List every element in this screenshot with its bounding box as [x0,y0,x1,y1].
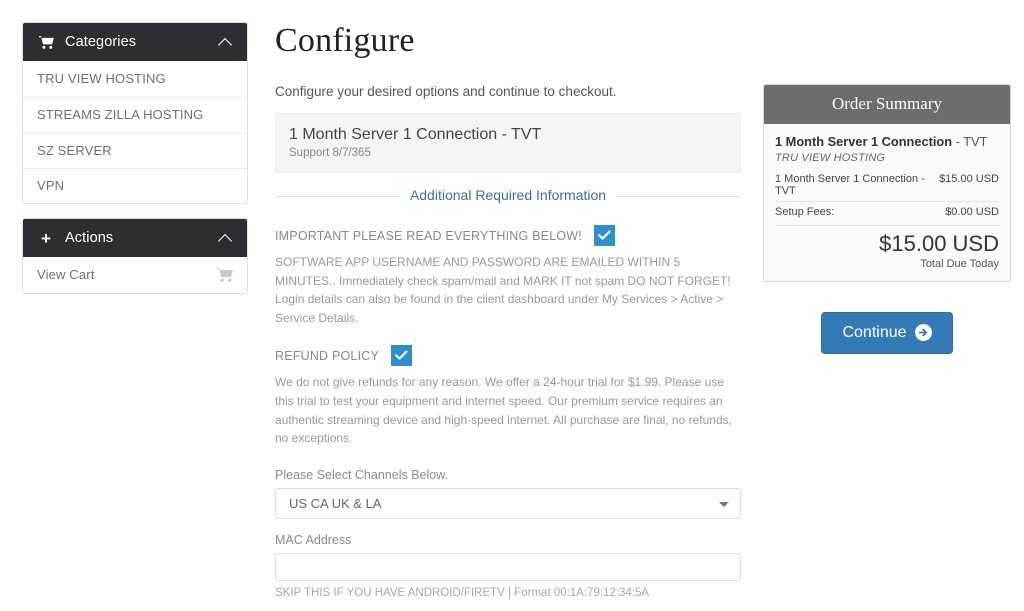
channels-select[interactable]: US CA UK & LA [275,487,741,519]
order-summary-product-base: 1 Month Server 1 Connection [775,134,953,149]
sidebar-item-label: STREAMS ZILLA HOSTING [37,107,204,123]
sidebar-item-vpn[interactable]: VPN [23,167,247,203]
configure-page: Categories TRU VIEW HOSTING STREAMS ZILL… [0,0,1024,611]
continue-button-wrap: Continue [763,311,1011,354]
actions-panel: + Actions View Cart [22,218,248,294]
channels-label: Please Select Channels Below. [275,467,449,482]
main-content: Configure Configure your desired options… [275,22,741,611]
order-summary-total-label: Total Due Today [920,257,999,270]
order-summary-row-amount: $15.00 USD [939,172,999,185]
product-name: 1 Month Server 1 Connection - TVT [289,126,542,143]
order-summary-total: $15.00 USD [879,230,999,256]
sidebar-item-sz-server[interactable]: SZ SERVER [23,132,247,168]
additional-info-label: Additional Required Information [399,187,617,203]
check-icon [598,230,611,240]
product-support: Support 8/7/365 [289,147,371,159]
refund-checkbox[interactable] [391,345,413,367]
sidebar-item-view-cart[interactable]: View Cart [23,257,247,293]
order-summary-total-block: $15.00 USD Total Due Today [775,224,999,270]
continue-button-label: Continue [842,323,907,341]
important-description: SOFTWARE APP USERNAME AND PASSWORD ARE E… [275,255,731,325]
mac-address-help: SKIP THIS IF YOU HAVE ANDROID/FIRETV | F… [275,586,650,599]
refund-description: We do not give refunds for any reason. W… [275,375,732,446]
sidebar-item-label: View Cart [37,267,95,283]
categories-panel-header[interactable]: Categories [23,23,247,61]
cart-icon [37,35,55,49]
order-summary-group: TRU VIEW HOSTING [775,151,886,164]
plus-icon: + [41,228,51,248]
channels-form-group: Please Select Channels Below. US CA UK &… [275,468,741,519]
page-title: Configure [275,22,415,59]
important-label: IMPORTANT PLEASE READ EVERYTHING BELOW! [275,228,582,243]
check-icon [395,350,408,361]
sidebar-item-streams-zilla-hosting[interactable]: STREAMS ZILLA HOSTING [23,96,247,132]
important-checkbox[interactable] [593,225,615,246]
sidebar-item-label: VPN [37,178,65,194]
sidebar-item-label: SZ SERVER [37,142,112,158]
continue-button[interactable]: Continue [821,311,953,354]
actions-panel-header[interactable]: + Actions [23,219,247,257]
chevron-up-icon[interactable] [219,35,233,49]
refund-field-row: REFUND POLICY [275,345,741,367]
sidebar-item-label: TRU VIEW HOSTING [37,71,166,87]
sidebar: Categories TRU VIEW HOSTING STREAMS ZILL… [22,22,248,308]
intro-text: Configure your desired options and conti… [275,84,617,99]
order-summary-body: 1 Month Server 1 Connection - TVT TRU VI… [764,124,1010,281]
chevron-up-icon[interactable] [219,231,233,245]
mac-address-label: MAC Address [275,532,352,547]
actions-panel-title: Actions [65,230,114,246]
order-summary-row-amount: $0.00 USD [945,205,999,218]
order-summary-panel: Order Summary 1 Month Server 1 Connectio… [763,84,1011,282]
categories-panel-title: Categories [65,34,137,50]
order-summary-product-suffix: - TVT [952,134,988,149]
order-summary-row: Setup Fees: $0.00 USD [775,200,999,222]
sidebar-item-tru-view-hosting[interactable]: TRU VIEW HOSTING [23,61,247,97]
order-summary-heading: Order Summary [764,85,1010,124]
product-summary-box: 1 Month Server 1 Connection - TVT Suppor… [275,113,741,173]
order-summary-sidebar: Order Summary 1 Month Server 1 Connectio… [763,84,1011,354]
cart-icon [217,267,233,282]
order-summary-row-label: Setup Fees: [775,205,835,218]
refund-label: REFUND POLICY [275,348,380,363]
order-summary-row: 1 Month Server 1 Connection - TVT $15.00… [775,169,999,201]
arrow-right-circle-icon [914,324,932,342]
mac-address-input[interactable] [275,552,741,581]
mac-form-group: MAC Address SKIP THIS IF YOU HAVE ANDROI… [275,533,741,599]
categories-list: TRU VIEW HOSTING STREAMS ZILLA HOSTING S… [23,61,247,203]
additional-info-divider: Additional Required Information [275,187,741,205]
order-summary-product-name: 1 Month Server 1 Connection - TVT [775,134,999,151]
order-summary-row-label: 1 Month Server 1 Connection - TVT [775,172,925,197]
categories-panel: Categories TRU VIEW HOSTING STREAMS ZILL… [22,22,248,204]
important-field-row: IMPORTANT PLEASE READ EVERYTHING BELOW! [275,225,741,246]
actions-list: View Cart [23,257,247,293]
